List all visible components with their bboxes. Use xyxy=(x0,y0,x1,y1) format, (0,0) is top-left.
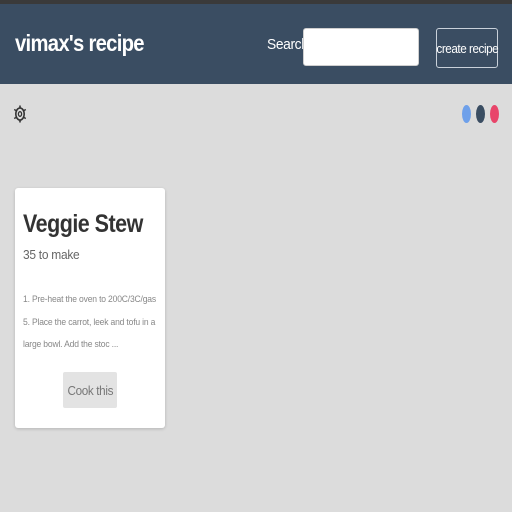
create-recipe-label: create recipe xyxy=(436,40,498,56)
search-input[interactable] xyxy=(303,28,419,66)
cook-this-label: Cook this xyxy=(67,382,113,398)
brand-title[interactable]: vimax's recipe xyxy=(15,30,145,57)
recipe-title: Veggie Stew xyxy=(23,210,143,238)
navbar: vimax's recipe Search: create recipe xyxy=(0,4,512,84)
theme-dot-pink[interactable] xyxy=(490,105,499,123)
theme-dot-navy[interactable] xyxy=(476,105,485,123)
settings-gear-icon[interactable] xyxy=(13,105,27,123)
cook-this-button[interactable]: Cook this xyxy=(63,372,117,408)
create-recipe-button[interactable]: create recipe xyxy=(436,28,498,68)
recipe-time: 35 to make xyxy=(23,247,80,262)
recipe-description: 1. Pre-heat the oven to 200C/3C/gas 5. P… xyxy=(23,294,156,350)
theme-dot-blue[interactable] xyxy=(462,105,471,123)
recipe-card: Veggie Stew 35 to make 1. Pre-heat the o… xyxy=(15,188,165,428)
